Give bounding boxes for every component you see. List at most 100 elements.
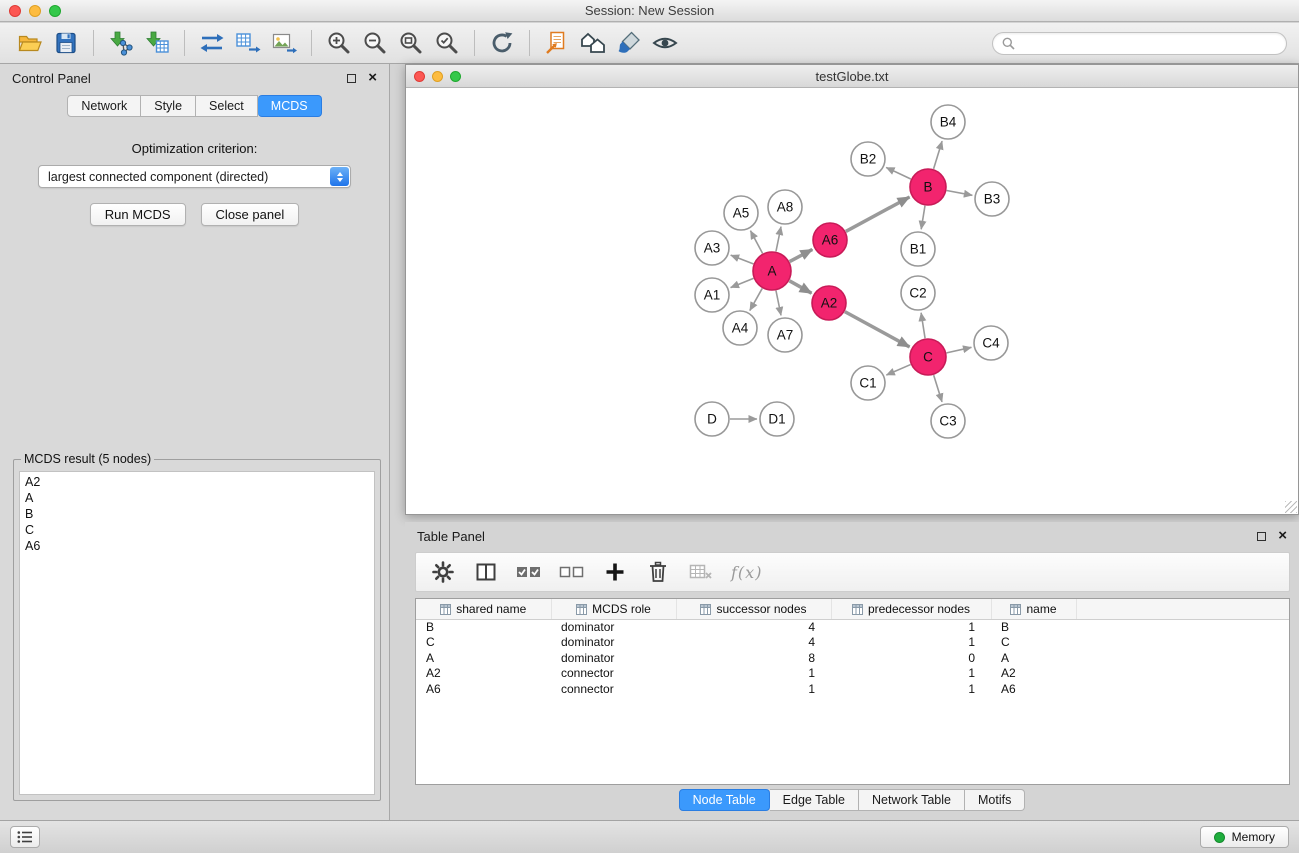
node-A6[interactable]: A6 xyxy=(813,223,847,257)
edge-C-C2[interactable] xyxy=(921,313,925,338)
edge-C-C4[interactable] xyxy=(947,347,972,353)
node-C4[interactable]: C4 xyxy=(974,326,1008,360)
run-mcds-button[interactable]: Run MCDS xyxy=(90,203,186,226)
export-table-button[interactable] xyxy=(230,26,266,60)
mcds-result-item[interactable]: B xyxy=(25,506,369,522)
close-panel-icon[interactable]: × xyxy=(368,72,377,84)
table-cell[interactable]: B xyxy=(416,619,551,635)
create-column-button[interactable] xyxy=(602,558,628,586)
node-B4[interactable]: B4 xyxy=(931,105,965,139)
close-window-button[interactable] xyxy=(9,5,21,17)
tab-edge-table[interactable]: Edge Table xyxy=(770,789,859,811)
edge-A-A1[interactable] xyxy=(731,278,754,287)
function-builder-button[interactable]: f(x) xyxy=(731,558,762,586)
edge-A-A4[interactable] xyxy=(750,288,762,310)
table-cell[interactable]: 8 xyxy=(676,650,831,666)
float-panel-icon[interactable] xyxy=(1257,532,1266,541)
table-cell[interactable]: dominator xyxy=(551,619,676,635)
table-cell[interactable]: A xyxy=(416,650,551,666)
import-table-button[interactable] xyxy=(139,26,175,60)
table-row[interactable]: A2connector11A2 xyxy=(416,666,1289,682)
edge-A2-C[interactable] xyxy=(845,312,910,347)
tab-motifs[interactable]: Motifs xyxy=(965,789,1025,811)
zoom-in-button[interactable] xyxy=(321,26,357,60)
network-canvas[interactable]: B4B2BB3A5A8A6A3B1AC2A1A2A4A7C4CC1DD1C3 xyxy=(406,89,1298,514)
table-cell[interactable]: dominator xyxy=(551,635,676,651)
table-cell[interactable]: 4 xyxy=(676,619,831,635)
save-session-button[interactable] xyxy=(48,26,84,60)
table-row[interactable]: Cdominator41C xyxy=(416,635,1289,651)
column-header-shared-name[interactable]: shared name xyxy=(416,599,551,619)
edge-C-C3[interactable] xyxy=(934,375,942,402)
table-cell[interactable]: A6 xyxy=(416,681,551,697)
table-row[interactable]: A6connector11A6 xyxy=(416,681,1289,697)
close-network-window-button[interactable] xyxy=(414,71,425,82)
memory-button[interactable]: Memory xyxy=(1200,826,1289,848)
table-cell[interactable]: 1 xyxy=(831,635,991,651)
mcds-result-list[interactable]: A2ABCA6 xyxy=(19,471,375,795)
import-network-button[interactable] xyxy=(103,26,139,60)
edge-B-B4[interactable] xyxy=(934,141,943,169)
column-header-predecessor-nodes[interactable]: predecessor nodes xyxy=(831,599,991,619)
column-header-successor-nodes[interactable]: successor nodes xyxy=(676,599,831,619)
show-hide-graphics-button[interactable] xyxy=(647,26,683,60)
export-network-button[interactable] xyxy=(194,26,230,60)
close-panel-icon[interactable]: × xyxy=(1278,530,1287,542)
table-cell[interactable]: 1 xyxy=(831,666,991,682)
tab-mcds[interactable]: MCDS xyxy=(258,95,322,117)
apply-layout-button[interactable] xyxy=(484,26,520,60)
zoom-window-button[interactable] xyxy=(49,5,61,17)
mcds-result-item[interactable]: C xyxy=(25,522,369,538)
mcds-result-item[interactable]: A xyxy=(25,490,369,506)
node-B2[interactable]: B2 xyxy=(851,142,885,176)
close-panel-button[interactable]: Close panel xyxy=(201,203,300,226)
table-cell[interactable]: A6 xyxy=(991,681,1076,697)
node-C3[interactable]: C3 xyxy=(931,404,965,438)
node-A7[interactable]: A7 xyxy=(768,318,802,352)
edge-C-C1[interactable] xyxy=(886,365,910,375)
mcds-result-item[interactable]: A2 xyxy=(25,474,369,490)
zoom-fit-button[interactable] xyxy=(393,26,429,60)
edge-A-A5[interactable] xyxy=(750,231,762,254)
table-cell[interactable]: A xyxy=(991,650,1076,666)
node-A1[interactable]: A1 xyxy=(695,278,729,312)
node-C[interactable]: C xyxy=(910,339,946,375)
tab-network[interactable]: Network xyxy=(67,95,141,117)
node-A3[interactable]: A3 xyxy=(695,231,729,265)
edge-A-A7[interactable] xyxy=(776,291,781,316)
optimization-criterion-select[interactable]: largest connected component (directed) xyxy=(38,165,351,188)
edge-B-B1[interactable] xyxy=(921,206,925,229)
table-cell[interactable]: connector xyxy=(551,666,676,682)
table-cell[interactable]: 1 xyxy=(831,619,991,635)
table-cell[interactable]: 0 xyxy=(831,650,991,666)
zoom-out-button[interactable] xyxy=(357,26,393,60)
table-cell[interactable]: 1 xyxy=(831,681,991,697)
style-brush-button[interactable] xyxy=(611,26,647,60)
table-cell[interactable]: A2 xyxy=(416,666,551,682)
node-C1[interactable]: C1 xyxy=(851,366,885,400)
node-A5[interactable]: A5 xyxy=(724,196,758,230)
zoom-selected-button[interactable] xyxy=(429,26,465,60)
task-history-button[interactable] xyxy=(10,826,40,848)
select-all-button[interactable] xyxy=(516,558,542,586)
table-cell[interactable]: C xyxy=(416,635,551,651)
column-header-MCDS-role[interactable]: MCDS role xyxy=(551,599,676,619)
mcds-result-item[interactable]: A6 xyxy=(25,538,369,554)
node-A4[interactable]: A4 xyxy=(723,311,757,345)
tab-style[interactable]: Style xyxy=(141,95,196,117)
tab-select[interactable]: Select xyxy=(196,95,258,117)
table-cell[interactable]: connector xyxy=(551,681,676,697)
table-cell[interactable]: C xyxy=(991,635,1076,651)
node-B1[interactable]: B1 xyxy=(901,232,935,266)
delete-column-button[interactable] xyxy=(645,558,671,586)
open-session-button[interactable] xyxy=(12,26,48,60)
table-cell[interactable]: dominator xyxy=(551,650,676,666)
show-columns-button[interactable] xyxy=(473,558,499,586)
table-cell[interactable]: 1 xyxy=(676,666,831,682)
zoom-network-window-button[interactable] xyxy=(450,71,461,82)
export-image-button[interactable] xyxy=(266,26,302,60)
table-row[interactable]: Adominator80A xyxy=(416,650,1289,666)
table-cell[interactable]: B xyxy=(991,619,1076,635)
node-A2[interactable]: A2 xyxy=(812,286,846,320)
node-D[interactable]: D xyxy=(695,402,729,436)
